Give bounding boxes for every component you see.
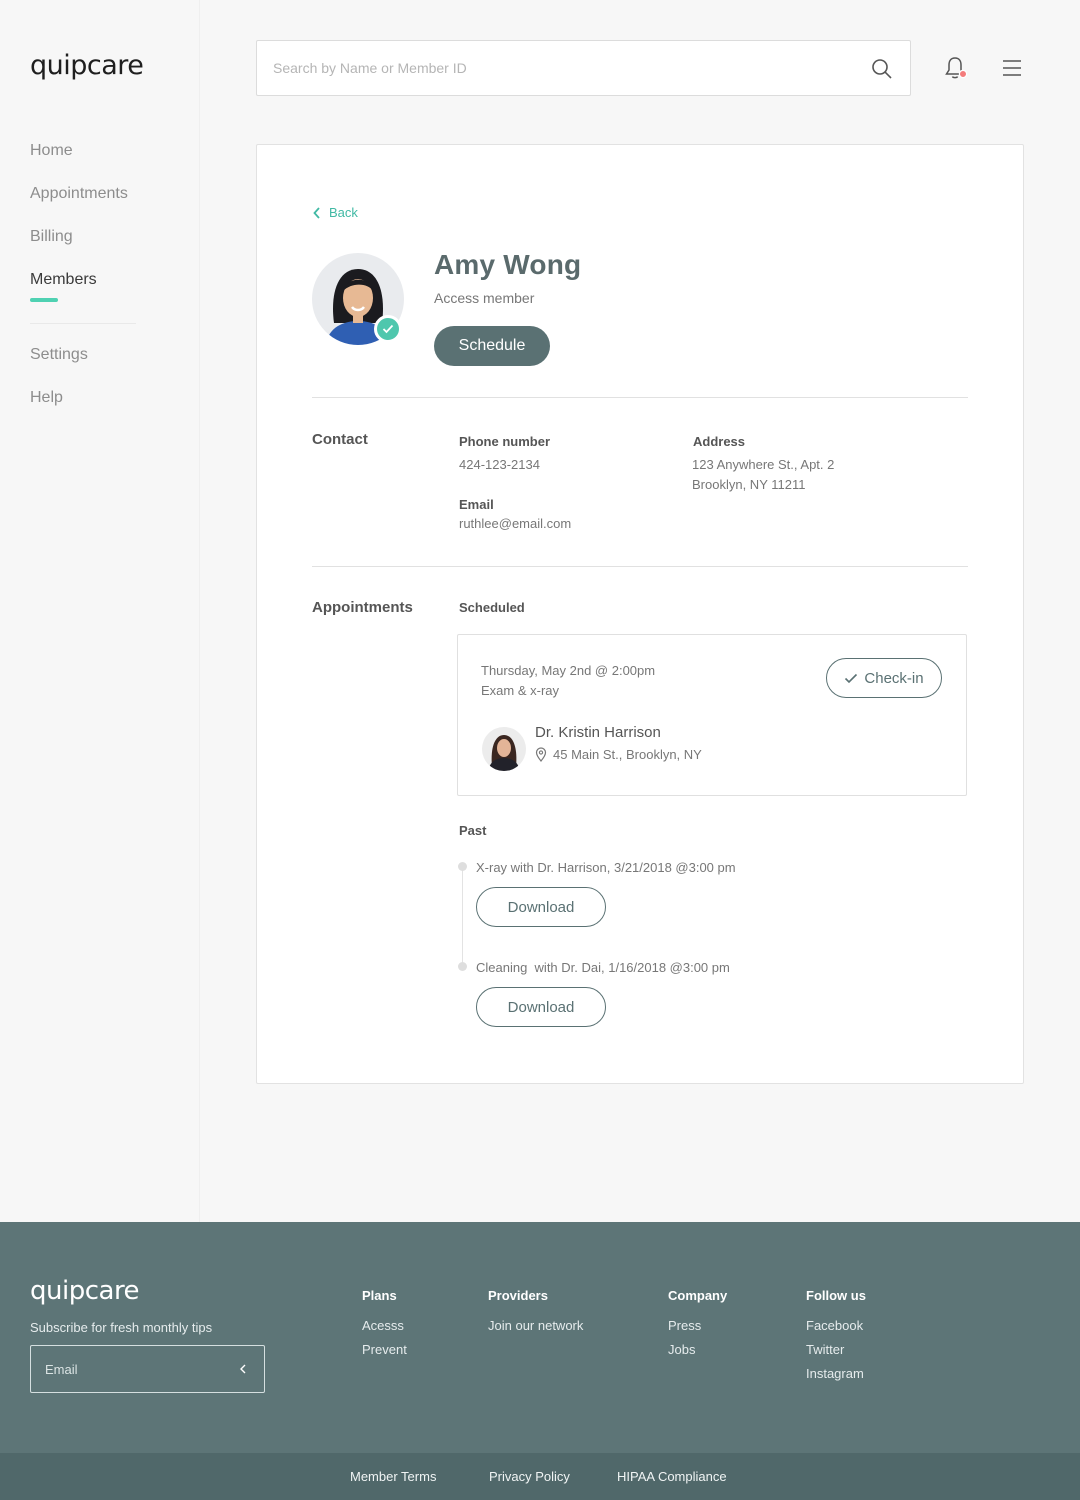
address-line2: Brooklyn, NY 11211 (692, 477, 806, 492)
secondary-nav: Settings Help (30, 344, 88, 430)
sidebar-item-members[interactable]: Members (30, 269, 128, 312)
timeline-dot (458, 962, 467, 971)
hamburger-menu-icon[interactable] (1000, 57, 1024, 79)
email-value: ruthlee@email.com (459, 516, 572, 531)
footer-column-plans: Plans Acesss Prevent (362, 1288, 407, 1365)
appointments-section-label: Appointments (312, 599, 413, 616)
past-label: Past (459, 823, 487, 838)
newsletter-email-input[interactable] (45, 1346, 225, 1392)
download-button[interactable]: Download (476, 987, 606, 1027)
phone-value: 424-123-2134 (459, 457, 540, 472)
sidebar-item-help[interactable]: Help (30, 387, 88, 430)
location-text: 45 Main St., Brooklyn, NY (553, 747, 702, 762)
footer-column-title: Plans (362, 1288, 397, 1303)
notification-dot (958, 69, 968, 79)
member-terms-link[interactable]: Member Terms (350, 1469, 436, 1484)
sidebar-item-settings[interactable]: Settings (30, 344, 88, 387)
verified-badge (374, 315, 402, 343)
timeline-dot (458, 862, 467, 871)
footer-link[interactable]: Facebook (806, 1317, 866, 1341)
divider (312, 397, 968, 398)
contact-section-label: Contact (312, 431, 368, 448)
chevron-left-icon (313, 206, 320, 219)
address-label: Address (693, 434, 746, 449)
sidebar-item-home[interactable]: Home (30, 140, 128, 183)
footer-link[interactable]: Join our network (488, 1317, 583, 1341)
chevron-left-icon[interactable] (234, 1360, 252, 1378)
sidebar-item-appointments[interactable]: Appointments (30, 183, 128, 226)
appointment-location: 45 Main St., Brooklyn, NY (535, 747, 702, 762)
appointment-type: Exam & x-ray (481, 683, 560, 698)
footer-link[interactable]: Jobs (668, 1341, 727, 1365)
search-icon[interactable] (870, 57, 894, 81)
scheduled-appointment-card: Thursday, May 2nd @ 2:00pm Exam & x-ray … (457, 634, 967, 796)
footer-column-title: Providers (488, 1288, 548, 1303)
sidebar: quipcare Home Appointments Billing Membe… (0, 0, 200, 1222)
search-bar (256, 40, 911, 96)
footer-link[interactable]: Prevent (362, 1341, 407, 1365)
check-icon (382, 324, 394, 334)
schedule-button[interactable]: Schedule (434, 326, 550, 366)
footer-column-title: Follow us (806, 1288, 866, 1303)
back-label: Back (329, 205, 358, 220)
footer-column-title: Company (668, 1288, 728, 1303)
check-icon (845, 673, 858, 683)
phone-label: Phone number (459, 434, 551, 449)
doctor-name: Dr. Kristin Harrison (535, 724, 661, 741)
primary-nav: Home Appointments Billing Members (30, 140, 128, 312)
map-pin-icon (535, 747, 547, 762)
appointment-date: Thursday, May 2nd @ 2:00pm (481, 663, 656, 678)
footer-column-company: Company Press Jobs (668, 1288, 727, 1365)
check-in-label: Check-in (864, 669, 924, 687)
subscribe-text: Subscribe for fresh monthly tips (30, 1320, 213, 1335)
footer-column-follow-us: Follow us Facebook Twitter Instagram (806, 1288, 866, 1389)
doctor-photo (482, 727, 526, 771)
bell-icon[interactable] (942, 55, 968, 81)
legal-bar: Member Terms Privacy Policy HIPAA Compli… (0, 1453, 1080, 1500)
past-appointment-text: X-ray with Dr. Harrison, 3/21/2018 @3:00… (476, 860, 736, 875)
address-line1: 123 Anywhere St., Apt. 2 (692, 457, 835, 472)
footer: quipcare Subscribe for fresh monthly tip… (0, 1222, 1080, 1453)
past-appointment-text: Cleaning with Dr. Dai, 1/16/2018 @3:00 p… (476, 960, 730, 975)
download-button[interactable]: Download (476, 887, 606, 927)
member-name: Amy Wong (434, 249, 582, 280)
member-avatar (312, 253, 404, 345)
hipaa-compliance-link[interactable]: HIPAA Compliance (617, 1469, 727, 1484)
footer-link[interactable]: Twitter (806, 1341, 866, 1365)
footer-link[interactable]: Instagram (806, 1365, 866, 1389)
quipcare-logo[interactable]: quipcare (30, 50, 144, 81)
timeline-line (462, 867, 463, 967)
email-label: Email (459, 497, 494, 512)
newsletter-form (30, 1345, 265, 1393)
scheduled-label: Scheduled (459, 600, 525, 615)
footer-column-providers: Providers Join our network (488, 1288, 583, 1341)
check-in-button[interactable]: Check-in (826, 658, 942, 698)
member-detail-card: Back Amy Wong Access member Schedule Con… (256, 144, 1024, 1084)
sidebar-item-billing[interactable]: Billing (30, 226, 128, 269)
footer-link[interactable]: Press (668, 1317, 727, 1341)
nav-divider (30, 323, 136, 324)
privacy-policy-link[interactable]: Privacy Policy (489, 1469, 570, 1484)
divider (312, 566, 968, 567)
footer-logo[interactable]: quipcare (30, 1276, 140, 1306)
back-link[interactable]: Back (313, 205, 358, 220)
search-input[interactable] (273, 41, 853, 95)
doctor-avatar (482, 727, 526, 771)
footer-link[interactable]: Acesss (362, 1317, 407, 1341)
member-type: Access member (434, 290, 535, 306)
